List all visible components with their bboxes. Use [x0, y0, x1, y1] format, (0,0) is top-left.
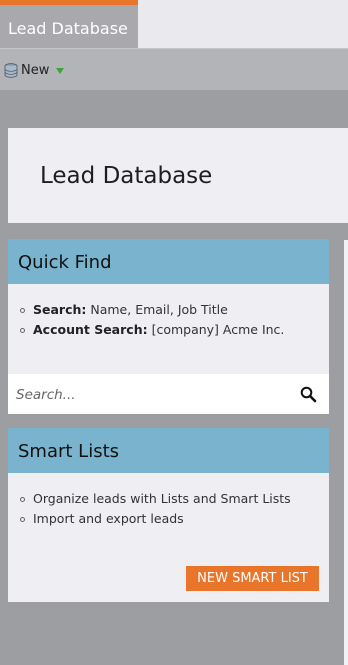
quick-find-tips: Search: Name, Email, Job Title Account S…	[20, 300, 284, 340]
tip-label: Account Search:	[33, 322, 148, 337]
search-icon[interactable]	[299, 385, 319, 405]
database-icon	[4, 62, 18, 78]
quick-find-panel: Quick Find Search: Name, Email, Job Titl…	[8, 239, 329, 414]
search-bar	[8, 374, 329, 414]
right-panel-edge	[344, 240, 348, 665]
search-input[interactable]	[14, 383, 288, 407]
new-menu-button[interactable]: New	[4, 61, 65, 79]
top-bar: Lead Database	[0, 0, 348, 48]
tab-lead-database[interactable]: Lead Database	[0, 0, 138, 48]
new-smart-list-button[interactable]: NEW SMART LIST	[186, 566, 319, 591]
list-item: Import and export leads	[20, 509, 291, 529]
page-title: Lead Database	[40, 163, 213, 189]
chevron-down-icon	[56, 67, 65, 74]
smart-lists-tips: Organize leads with Lists and Smart List…	[20, 489, 291, 529]
quick-find-title: Quick Find	[8, 239, 329, 284]
tip-label: Search:	[33, 302, 87, 317]
tip-text: [company] Acme Inc.	[147, 322, 285, 337]
toolbar: New	[0, 48, 348, 90]
smart-lists-title: Smart Lists	[8, 428, 329, 473]
smart-lists-panel: Smart Lists Organize leads with Lists an…	[8, 428, 329, 602]
list-item: Account Search: [company] Acme Inc.	[20, 320, 284, 340]
page-header: Lead Database	[8, 128, 348, 223]
list-item: Search: Name, Email, Job Title	[20, 300, 284, 320]
list-item: Organize leads with Lists and Smart List…	[20, 489, 291, 509]
tip-text: Name, Email, Job Title	[86, 302, 228, 317]
new-menu-label: New	[21, 62, 50, 78]
